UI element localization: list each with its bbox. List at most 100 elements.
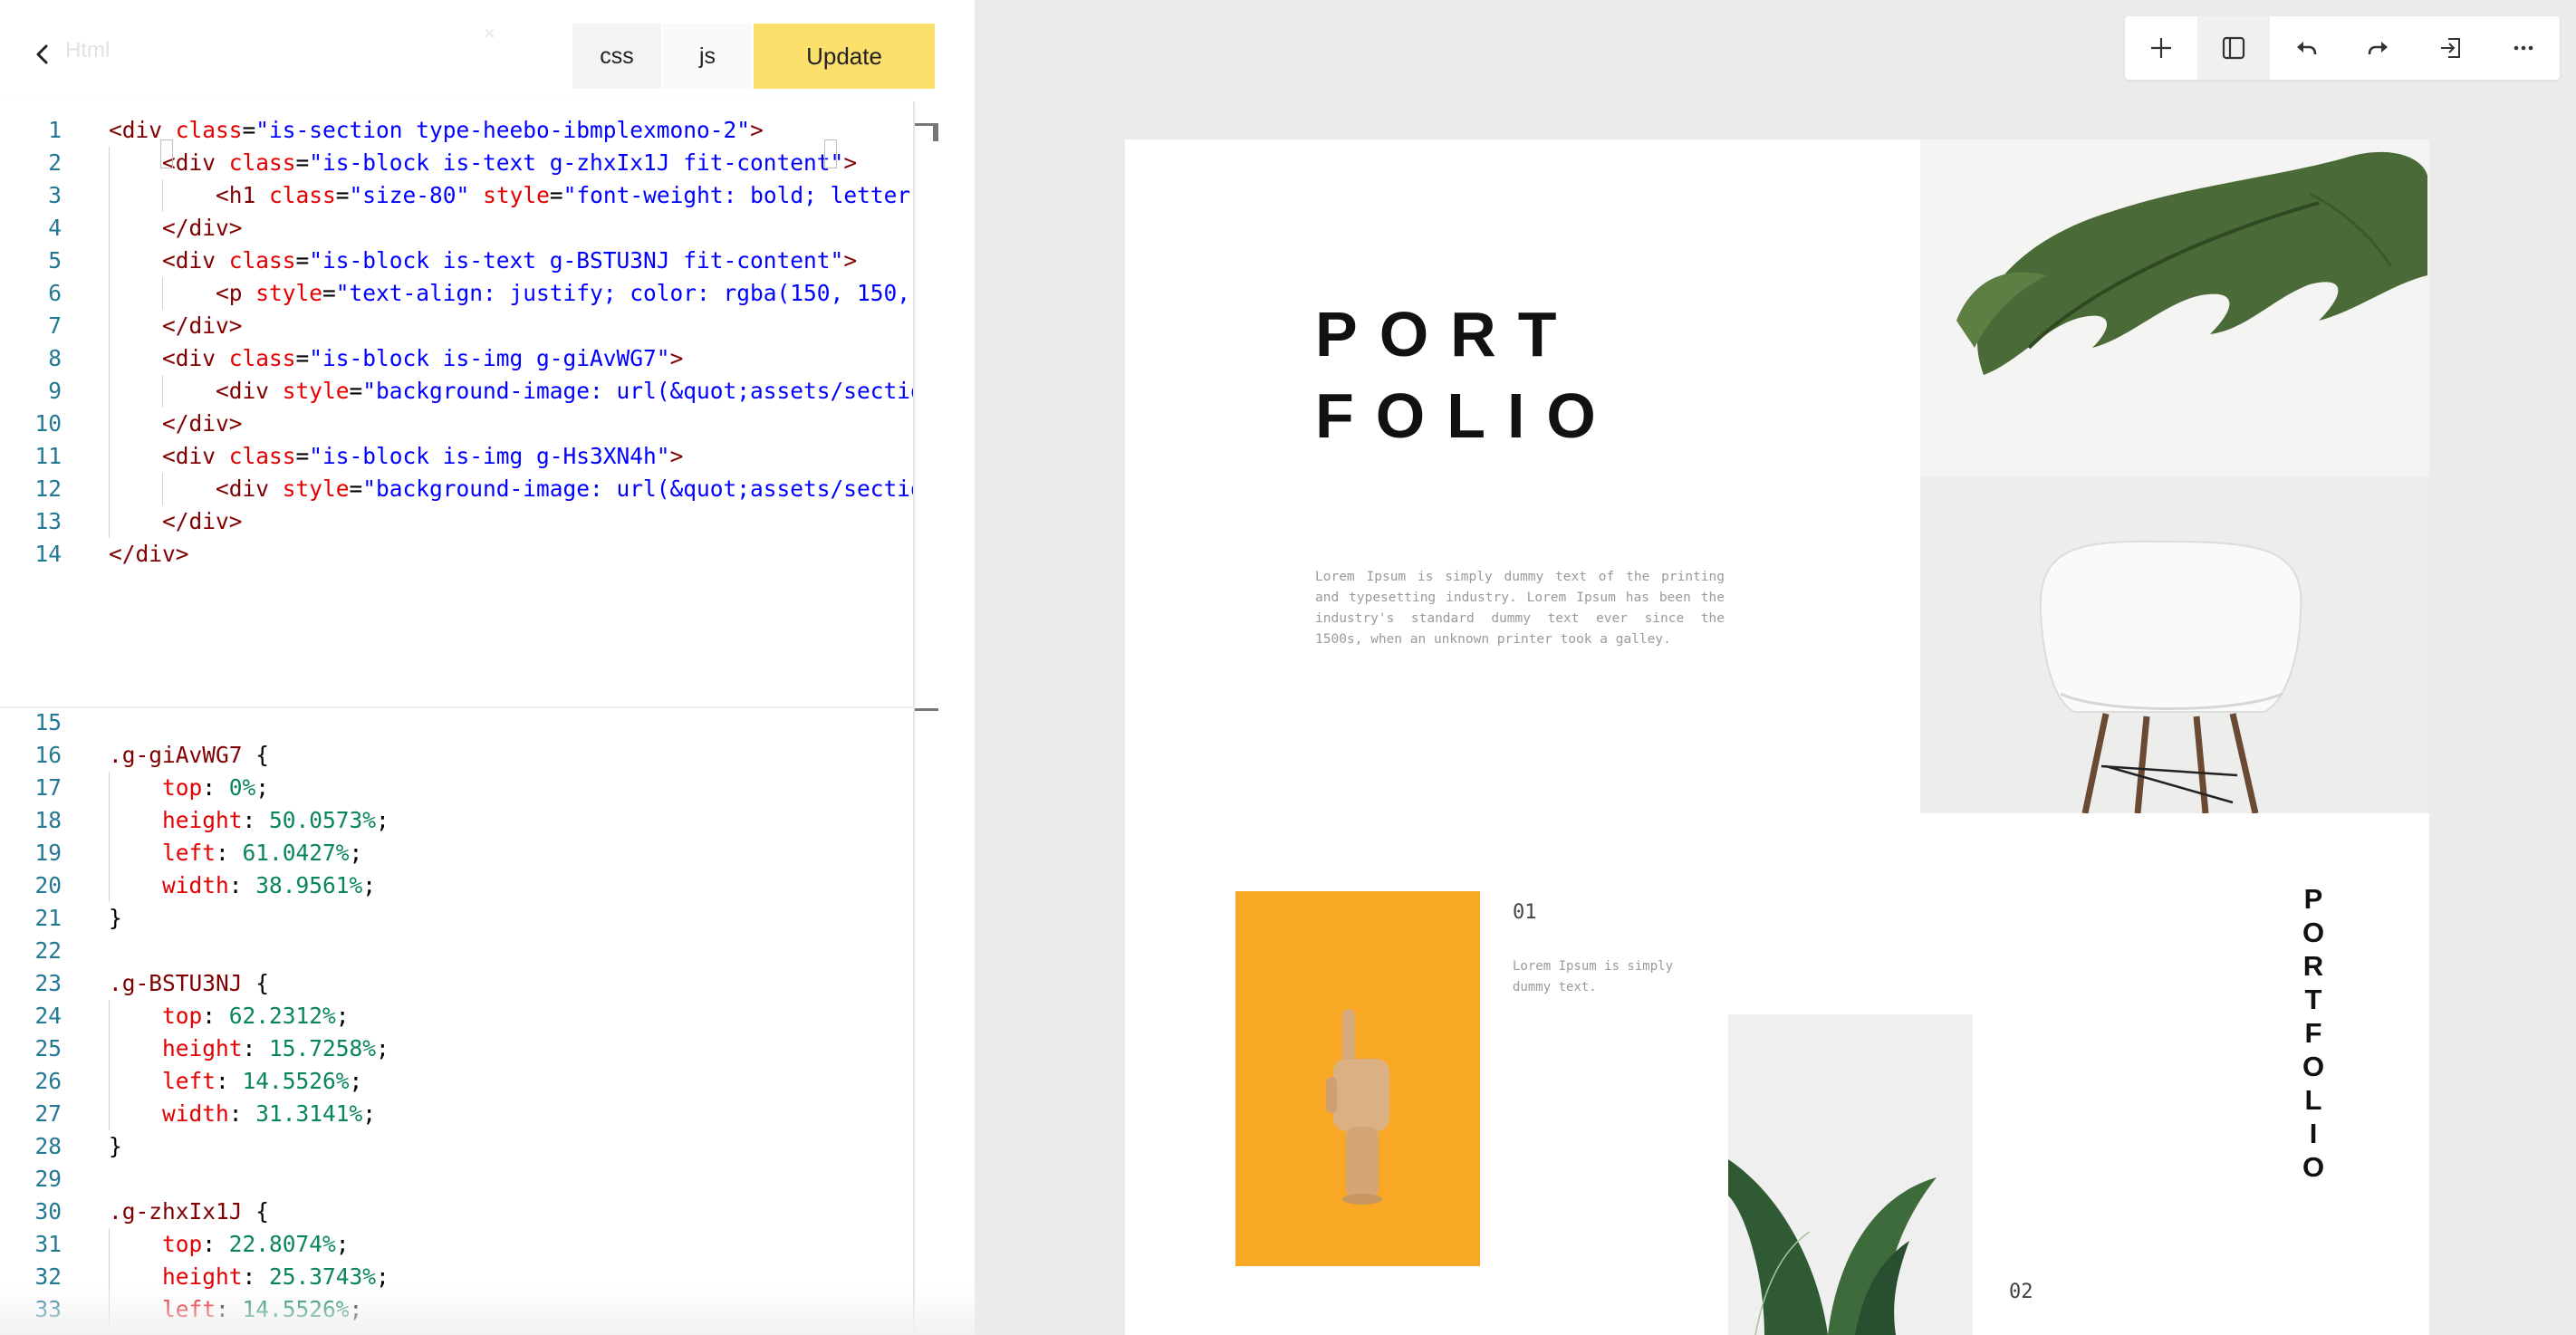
wooden-hand-photo[interactable]: [1235, 891, 1480, 1266]
line-number: 17: [34, 774, 62, 801]
code-token: <div: [162, 247, 229, 274]
code-token: class: [269, 182, 336, 208]
line-number: 10: [34, 410, 62, 437]
leaf-photo[interactable]: [1920, 139, 2429, 476]
code-line[interactable]: 27 width: 31.3141%;: [0, 1098, 915, 1130]
item-number-01[interactable]: 01: [1513, 901, 1537, 924]
item-caption[interactable]: Lorem Ipsum is simply dummy text.: [1513, 956, 1694, 998]
html-editor-scroll-thumb-bar[interactable]: [933, 123, 938, 141]
html-code-editor[interactable]: 1 <div class="is-section type-heebo-ibmpl…: [0, 101, 915, 708]
code-line[interactable]: 6 <p style="text-align: justify; color: r…: [0, 277, 915, 310]
line-number: 28: [34, 1133, 62, 1159]
more-button[interactable]: [2487, 16, 2560, 80]
code-token: }: [109, 1133, 122, 1159]
css-editor-scrollbar[interactable]: [913, 708, 915, 1335]
code-line[interactable]: 4 </div>: [0, 212, 915, 245]
line-number: 29: [34, 1166, 62, 1192]
indent-guide: [162, 277, 163, 310]
css-code-editor[interactable]: 15 16 .g-giAvWG7 {17 top: 0%; 18 height: 50.0…: [0, 708, 915, 1335]
indent-guide: [109, 837, 110, 869]
back-button[interactable]: [25, 36, 62, 72]
code-text: <div style="background-image: url(&quot;…: [216, 375, 915, 408]
code-line[interactable]: 16 .g-giAvWG7 {: [0, 739, 915, 772]
indent-guide: [162, 179, 163, 212]
tab-js[interactable]: js: [663, 24, 752, 89]
editor-header: Html × css js Update: [0, 0, 975, 100]
code-line[interactable]: 25 height: 15.7258%;: [0, 1032, 915, 1065]
tab-css[interactable]: css: [572, 24, 661, 89]
code-line[interactable]: 10 </div>: [0, 408, 915, 440]
code-line[interactable]: 31 top: 22.8074%;: [0, 1228, 915, 1261]
code-line[interactable]: 29: [0, 1163, 915, 1196]
code-token: "is-block is-text g-BSTU3NJ fit-content": [309, 247, 844, 274]
close-icon[interactable]: ×: [484, 22, 495, 45]
code-line[interactable]: 2 <div class="is-block is-text g-zhxIx1J …: [0, 147, 915, 179]
code-line[interactable]: 7 </div>: [0, 310, 915, 342]
css-editor-scroll-thumb[interactable]: [915, 708, 938, 711]
code-token: "text-align: justify; color: rgba(150, 1…: [335, 280, 915, 306]
code-text: width: 38.9561%;: [162, 869, 376, 902]
code-token: ;: [335, 1231, 350, 1257]
code-token: :: [242, 807, 270, 833]
code-token: "background-image: url(&quot;assets/sect…: [362, 378, 915, 404]
exit-button[interactable]: [2415, 16, 2487, 80]
code-token: :: [202, 774, 229, 801]
code-line[interactable]: 30 .g-zhxIx1J {: [0, 1196, 915, 1228]
vertical-portfolio-word[interactable]: PORTFOLIO: [2295, 882, 2331, 1184]
code-line[interactable]: 24 top: 62.2312%;: [0, 1000, 915, 1032]
code-line[interactable]: 1 <div class="is-section type-heebo-ibmpl…: [0, 114, 915, 147]
indent-guide: [109, 869, 110, 902]
code-token: style: [282, 378, 350, 404]
indent-guide: [162, 375, 163, 408]
indent-guide: [109, 473, 110, 505]
code-line[interactable]: 23 .g-BSTU3NJ {: [0, 967, 915, 1000]
indent-guide: [109, 408, 110, 440]
code-line[interactable]: 14 </div>: [0, 538, 915, 571]
code-text: </div>: [162, 310, 243, 342]
add-icon: [2151, 38, 2171, 58]
vertical-letter: L: [2304, 1084, 2322, 1116]
code-line[interactable]: 18 height: 50.0573%;: [0, 804, 915, 837]
code-token: >: [669, 345, 684, 371]
redo-button[interactable]: [2342, 16, 2415, 80]
add-button[interactable]: [2125, 16, 2197, 80]
vertical-letter: T: [2304, 984, 2322, 1015]
code-line[interactable]: 20 width: 38.9561%;: [0, 869, 915, 902]
line-number: 19: [34, 840, 62, 866]
portfolio-title[interactable]: PORT FOLIO: [1315, 293, 1618, 456]
code-line[interactable]: 19 left: 61.0427%;: [0, 837, 915, 869]
code-token: ;: [362, 872, 377, 898]
code-token: =: [242, 117, 256, 143]
code-line[interactable]: 15: [0, 708, 915, 739]
toggle-panel-button[interactable]: [2197, 16, 2270, 80]
intro-paragraph[interactable]: Lorem Ipsum is simply dummy text of the …: [1315, 567, 1725, 650]
code-line[interactable]: 11 <div class="is-block is-img g-Hs3XN4h"…: [0, 440, 915, 473]
code-token: "is-block is-img g-Hs3XN4h": [309, 443, 670, 469]
item-number-02[interactable]: 02: [2009, 1281, 2033, 1303]
code-line[interactable]: 22: [0, 935, 915, 967]
html-editor-scrollbar[interactable]: [913, 101, 915, 706]
code-line[interactable]: 8 <div class="is-block is-img g-giAvWG7">: [0, 342, 915, 375]
line-number: 18: [34, 807, 62, 833]
code-line[interactable]: 5 <div class="is-block is-text g-BSTU3NJ …: [0, 245, 915, 277]
code-token: :: [216, 1068, 243, 1094]
code-line[interactable]: 12 <div style="background-image: url(&quo…: [0, 473, 915, 505]
code-line[interactable]: 3 <h1 class="size-80" style="font-weight:…: [0, 179, 915, 212]
update-button[interactable]: Update: [754, 24, 935, 89]
code-text: </div>: [109, 538, 189, 571]
plant-photo[interactable]: [1728, 1014, 1973, 1335]
code-token: =: [322, 280, 336, 306]
code-text: }: [109, 1130, 122, 1163]
code-token: 22.8074%: [228, 1231, 336, 1257]
code-token: "background-image: url(&quot;assets/sect…: [362, 475, 915, 502]
undo-button[interactable]: [2270, 16, 2342, 80]
chair-photo[interactable]: [1920, 476, 2429, 813]
code-line[interactable]: 28}: [0, 1130, 915, 1163]
code-line[interactable]: 17 top: 0%;: [0, 772, 915, 804]
page-preview[interactable]: PORT FOLIO Lorem Ipsum is simply dummy t…: [1125, 139, 2429, 1335]
code-line[interactable]: 9 <div style="background-image: url(&quot…: [0, 375, 915, 408]
code-line[interactable]: 21}: [0, 902, 915, 935]
code-line[interactable]: 13 </div>: [0, 505, 915, 538]
line-number: 3: [48, 182, 62, 208]
code-line[interactable]: 26 left: 14.5526%;: [0, 1065, 915, 1098]
